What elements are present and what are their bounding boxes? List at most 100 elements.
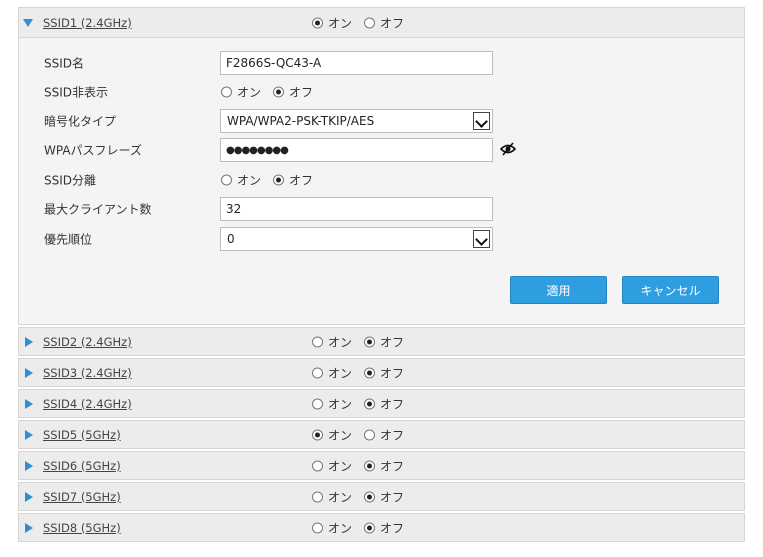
radio-icon[interactable] [364, 336, 376, 347]
ssid4-title-link[interactable]: SSID4 (2.4GHz) [43, 397, 132, 411]
row-priority: 優先順位 0 [19, 227, 744, 251]
radio-icon[interactable] [312, 398, 323, 409]
show-password-eye-icon[interactable] [500, 141, 516, 157]
ssid2-enable-off[interactable]: オフ [364, 333, 404, 350]
ssid5-enable-radio-group: オン オフ [312, 426, 416, 443]
ssid2-header[interactable]: SSID2 (2.4GHz) オン オフ [18, 327, 745, 356]
priority-select[interactable]: 0 [220, 227, 493, 251]
radio-icon[interactable] [312, 491, 323, 502]
ssid3-enable-on[interactable]: オン [312, 364, 352, 381]
ssid1-enable-off[interactable]: オフ [364, 14, 404, 31]
apply-button[interactable]: 適用 [510, 276, 607, 304]
passphrase-input[interactable] [220, 138, 493, 162]
radio-label-off: オフ [380, 335, 405, 349]
ssid5-enable-off[interactable]: オフ [364, 426, 404, 443]
radio-icon[interactable] [312, 17, 323, 28]
expand-triangle-icon[interactable] [25, 398, 33, 409]
radio-icon[interactable] [312, 336, 323, 347]
radio-label-on: オン [328, 459, 353, 473]
radio-icon[interactable] [221, 86, 232, 98]
radio-label-off: オフ [289, 173, 314, 188]
ssid7-header[interactable]: SSID7 (5GHz) オン オフ [18, 482, 745, 511]
ssid2-title-link[interactable]: SSID2 (2.4GHz) [43, 335, 132, 349]
chevron-down-icon[interactable] [473, 230, 490, 248]
collapsed-ssid-list: SSID2 (2.4GHz) オン オフ SSID3 (2.4GHz) オン オフ SSID… [18, 327, 745, 542]
isolation-off[interactable]: オフ [273, 172, 313, 189]
ssid6-header[interactable]: SSID6 (5GHz) オン オフ [18, 451, 745, 480]
ssid1-enable-radio-group: オン オフ [312, 14, 416, 31]
ssid-settings-panel: SSID1 (2.4GHz) オン オフ SSID名 SSID非表示 オン [18, 7, 745, 550]
ssid-hide-on[interactable]: オン [221, 84, 261, 101]
ssid6-enable-radio-group: オン オフ [312, 457, 416, 474]
ssid7-enable-off[interactable]: オフ [364, 488, 404, 505]
ssid6-enable-on[interactable]: オン [312, 457, 352, 474]
radio-icon[interactable] [364, 460, 376, 471]
radio-icon[interactable] [364, 367, 376, 378]
expand-triangle-icon[interactable] [25, 491, 33, 502]
ssid3-title-link[interactable]: SSID3 (2.4GHz) [43, 366, 132, 380]
ssid4-enable-off[interactable]: オフ [364, 395, 404, 412]
ssid3-enable-off[interactable]: オフ [364, 364, 404, 381]
row-ssid-name: SSID名 [19, 51, 744, 75]
radio-icon[interactable] [312, 429, 323, 440]
ssid5-title-link[interactable]: SSID5 (5GHz) [43, 428, 121, 442]
radio-icon[interactable] [364, 398, 376, 409]
radio-label-on: オン [328, 397, 353, 411]
chevron-down-icon[interactable] [473, 112, 490, 130]
row-passphrase: WPAパスフレーズ [19, 138, 744, 162]
radio-label-on: オン [328, 335, 353, 349]
row-max-clients: 最大クライアント数 [19, 197, 744, 221]
ssid1-header[interactable]: SSID1 (2.4GHz) オン オフ [18, 7, 745, 38]
radio-label-on: オン [328, 490, 353, 504]
ssid7-title-link[interactable]: SSID7 (5GHz) [43, 490, 121, 504]
priority-label: 優先順位 [44, 232, 93, 247]
ssid3-enable-radio-group: オン オフ [312, 364, 416, 381]
expand-triangle-icon[interactable] [23, 18, 33, 27]
radio-icon[interactable] [364, 522, 376, 533]
expand-triangle-icon[interactable] [25, 336, 33, 347]
expand-triangle-icon[interactable] [25, 522, 33, 533]
radio-icon[interactable] [312, 522, 323, 533]
ssid8-title-link[interactable]: SSID8 (5GHz) [43, 521, 121, 535]
ssid8-enable-on[interactable]: オン [312, 519, 352, 536]
ssid2-enable-on[interactable]: オン [312, 333, 352, 350]
priority-selected-value: 0 [227, 232, 235, 246]
ssid4-enable-radio-group: オン オフ [312, 395, 416, 412]
radio-icon[interactable] [364, 491, 376, 502]
radio-icon[interactable] [273, 174, 285, 186]
encryption-selected-value: WPA/WPA2-PSK-TKIP/AES [227, 114, 375, 128]
radio-icon[interactable] [273, 86, 285, 98]
ssid1-enable-on[interactable]: オン [312, 14, 352, 31]
ssid8-enable-off[interactable]: オフ [364, 519, 404, 536]
isolation-on[interactable]: オン [221, 172, 261, 189]
radio-label-on: オン [328, 521, 353, 535]
ssid-name-input[interactable] [220, 51, 493, 75]
max-clients-input[interactable] [220, 197, 493, 221]
radio-label-off: オフ [380, 366, 405, 380]
encryption-select[interactable]: WPA/WPA2-PSK-TKIP/AES [220, 109, 493, 133]
expand-triangle-icon[interactable] [25, 460, 33, 471]
radio-icon[interactable] [364, 429, 376, 440]
ssid4-header[interactable]: SSID4 (2.4GHz) オン オフ [18, 389, 745, 418]
radio-icon[interactable] [312, 460, 323, 471]
cancel-button[interactable]: キャンセル [622, 276, 719, 304]
ssid7-enable-on[interactable]: オン [312, 488, 352, 505]
radio-icon[interactable] [364, 17, 376, 28]
expand-triangle-icon[interactable] [25, 429, 33, 440]
radio-icon[interactable] [312, 367, 323, 378]
radio-label-on: オン [328, 428, 353, 442]
ssid3-header[interactable]: SSID3 (2.4GHz) オン オフ [18, 358, 745, 387]
ssid5-enable-on[interactable]: オン [312, 426, 352, 443]
ssid5-header[interactable]: SSID5 (5GHz) オン オフ [18, 420, 745, 449]
radio-label-on: オン [237, 85, 262, 100]
ssid6-title-link[interactable]: SSID6 (5GHz) [43, 459, 121, 473]
ssid1-title-link[interactable]: SSID1 (2.4GHz) [43, 16, 132, 30]
ssid8-header[interactable]: SSID8 (5GHz) オン オフ [18, 513, 745, 542]
ssid-hide-off[interactable]: オフ [273, 84, 313, 101]
ssid-hide-label: SSID非表示 [44, 85, 109, 100]
ssid6-enable-off[interactable]: オフ [364, 457, 404, 474]
expand-triangle-icon[interactable] [25, 367, 33, 378]
radio-label-off: オフ [380, 397, 405, 411]
ssid4-enable-on[interactable]: オン [312, 395, 352, 412]
radio-icon[interactable] [221, 174, 232, 186]
